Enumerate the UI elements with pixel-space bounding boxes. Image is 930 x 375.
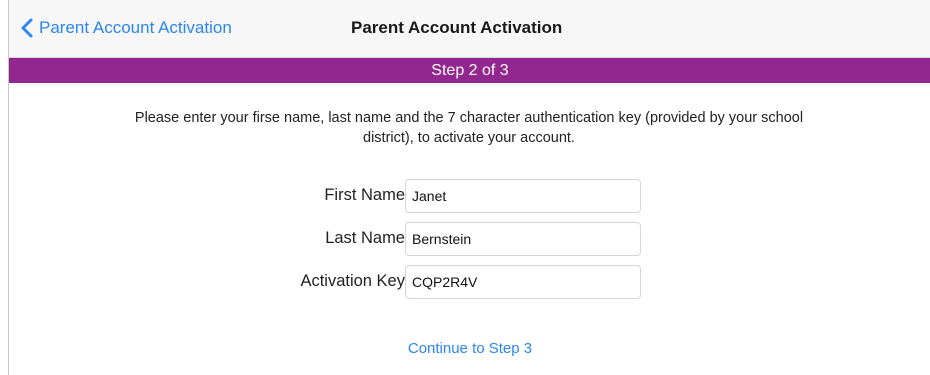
last-name-row: Last Name — [9, 222, 930, 256]
instructions-line-2: district), to activate your account. — [363, 130, 575, 146]
navigation-bar: Parent Account Activation Parent Account… — [9, 0, 930, 58]
app-frame: Parent Account Activation Parent Account… — [8, 0, 930, 375]
page-title: Parent Account Activation — [351, 18, 563, 37]
activation-key-field[interactable] — [405, 265, 641, 299]
first-name-label: First Name — [324, 186, 405, 204]
first-name-row: First Name — [9, 179, 930, 213]
chevron-left-icon — [21, 18, 33, 38]
last-name-label: Last Name — [325, 229, 405, 247]
step-indicator-label: Step 2 of 3 — [431, 61, 509, 79]
continue-button-label: Continue to Step 3 — [407, 340, 533, 357]
first-name-field[interactable] — [405, 179, 641, 213]
continue-button[interactable]: Continue to Step 3 — [9, 340, 930, 357]
activation-key-label: Activation Key — [300, 272, 405, 290]
back-button-label: Parent Account Activation — [39, 18, 232, 37]
last-name-field[interactable] — [405, 222, 641, 256]
instructions-text: Please enter your firse name, last name … — [29, 108, 909, 148]
activation-key-row: Activation Key — [9, 265, 930, 299]
instructions-line-1: Please enter your firse name, last name … — [134, 110, 804, 126]
back-button[interactable]: Parent Account Activation — [21, 14, 232, 42]
step-indicator: Step 2 of 3 — [9, 58, 930, 83]
